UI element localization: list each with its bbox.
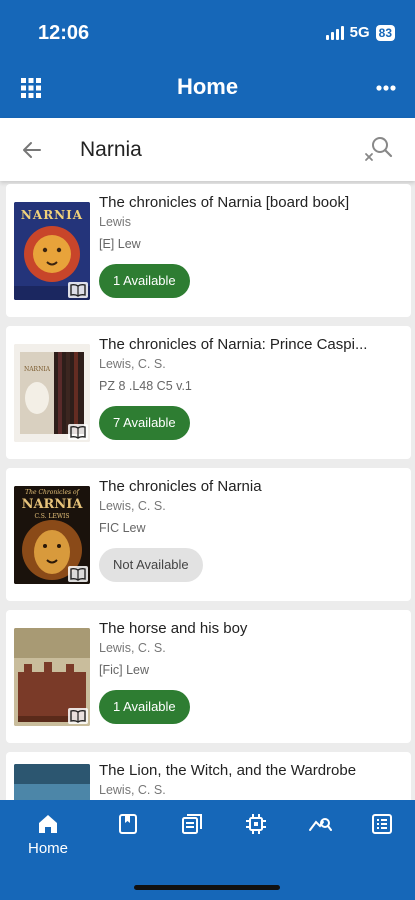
more-dots-icon xyxy=(376,85,396,91)
book-author: Lewis, C. S. xyxy=(99,783,166,797)
book-icon xyxy=(119,814,137,834)
status-indicators: 5G 83 xyxy=(325,24,395,41)
reading-list-icon xyxy=(182,814,202,834)
nav-home-label: Home xyxy=(27,840,68,857)
book-format-icon xyxy=(68,424,88,440)
book-title[interactable]: The Lion, the Witch, and the Wardrobe xyxy=(99,762,404,780)
call-number: PZ 8 .L48 C5 v.1 xyxy=(99,379,192,393)
book-info: The chronicles of Narnia: Prince Caspi..… xyxy=(99,336,404,394)
search-clear-icon xyxy=(365,137,393,161)
search-bar xyxy=(0,118,415,181)
nav-search[interactable] xyxy=(298,812,342,856)
availability-button[interactable]: 1 Available xyxy=(99,690,190,724)
book-format-icon xyxy=(68,708,88,724)
chip-icon xyxy=(246,814,266,834)
book-author: Lewis, C. S. xyxy=(99,357,166,371)
search-trend-icon xyxy=(309,818,332,831)
cover-author-text: C.S. LEWIS xyxy=(34,513,70,520)
book-title[interactable]: The chronicles of Narnia [board book] xyxy=(99,194,404,212)
status-time: 12:06 xyxy=(38,22,90,44)
book-title[interactable]: The chronicles of Narnia xyxy=(99,478,404,496)
availability-button[interactable]: 7 Available xyxy=(99,406,190,440)
cover-title-text: NARNIA xyxy=(20,208,84,222)
results-list[interactable]: NARNIA The chronicles of Narnia [board b… xyxy=(0,184,415,800)
back-arrow-icon xyxy=(23,142,41,158)
availability-button[interactable]: 1 Available xyxy=(99,264,190,298)
book-author: Lewis xyxy=(99,215,131,229)
availability-button[interactable]: Not Available xyxy=(99,548,203,582)
book-format-icon xyxy=(68,566,88,582)
wardrobe-cover-art xyxy=(14,764,90,800)
book-cover: NARNIA xyxy=(14,202,90,300)
network-label: 5G xyxy=(349,24,370,41)
call-number: [E] Lew xyxy=(99,237,141,251)
book-author: Lewis, C. S. xyxy=(99,499,166,513)
signal-icon xyxy=(325,25,344,40)
book-format-icon xyxy=(68,282,88,298)
list-item[interactable]: The Chronicles of NARNIA C.S. LEWIS The … xyxy=(6,468,411,601)
cover-subtitle-text: The Chronicles of xyxy=(25,489,79,496)
book-title[interactable]: The chronicles of Narnia: Prince Caspi..… xyxy=(99,336,404,354)
status-bar: 12:06 5G 83 xyxy=(0,0,415,66)
search-input[interactable] xyxy=(80,132,330,168)
nav-lists[interactable] xyxy=(170,812,214,856)
home-indicator xyxy=(134,885,280,890)
nav-home[interactable]: Home xyxy=(26,812,70,857)
book-title[interactable]: The horse and his boy xyxy=(99,620,404,638)
more-options-button[interactable] xyxy=(371,76,401,100)
back-button[interactable] xyxy=(18,136,46,164)
book-info: The horse and his boy Lewis, C. S. [Fic]… xyxy=(99,620,404,678)
list-item[interactable]: The horse and his boy Lewis, C. S. [Fic]… xyxy=(6,610,411,743)
book-cover xyxy=(14,628,90,726)
cover-title-text: NARNIA xyxy=(21,497,83,512)
book-info: The chronicles of Narnia Lewis, C. S. FI… xyxy=(99,478,404,536)
cover-title-text: NARNIA xyxy=(23,366,51,373)
nav-bookmarks[interactable] xyxy=(106,812,150,856)
page-title: Home xyxy=(176,74,239,99)
nav-account[interactable] xyxy=(360,812,404,856)
call-number: FIC Lew xyxy=(99,521,146,535)
book-info: The chronicles of Narnia [board book] Le… xyxy=(99,194,404,252)
book-cover: NARNIA xyxy=(14,344,90,442)
list-card-icon xyxy=(372,814,392,834)
list-item[interactable]: NARNIA The chronicles of Narnia [board b… xyxy=(6,184,411,317)
list-item[interactable]: NARNIA The chronicles of Narnia: Prince … xyxy=(6,326,411,459)
nav-digital[interactable] xyxy=(234,812,278,856)
app-header: 12:06 5G 83 Home xyxy=(0,0,415,118)
list-item[interactable]: The Lion, the Witch, and the Wardrobe Le… xyxy=(6,752,411,800)
book-cover xyxy=(14,764,90,800)
book-author: Lewis, C. S. xyxy=(99,641,166,655)
clear-search-button[interactable] xyxy=(363,134,393,164)
book-info: The Lion, the Witch, and the Wardrobe Le… xyxy=(99,762,404,798)
home-icon xyxy=(39,815,57,833)
battery-icon: 83 xyxy=(375,24,395,41)
call-number: [Fic] Lew xyxy=(99,663,150,677)
book-cover: The Chronicles of NARNIA C.S. LEWIS xyxy=(14,486,90,584)
title-bar: Home xyxy=(0,66,415,110)
